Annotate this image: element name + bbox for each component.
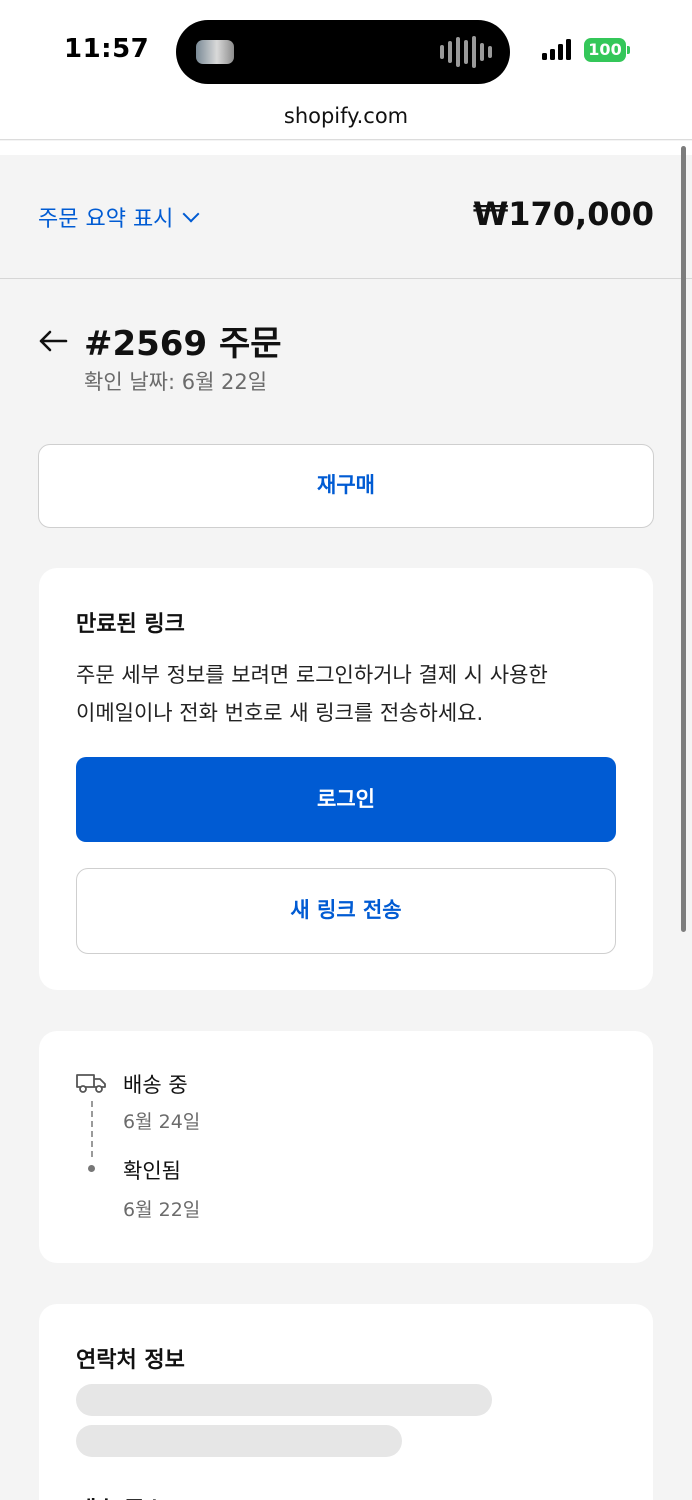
status-time: 11:57: [64, 34, 150, 64]
loading-placeholder: [76, 1425, 402, 1457]
audio-waveform-icon: [440, 36, 492, 68]
dynamic-island[interactable]: [176, 20, 510, 84]
timeline-date: 6월 22일: [123, 1199, 201, 1221]
loading-placeholder: [76, 1384, 492, 1416]
browser-address-bar[interactable]: shopify.com: [0, 100, 692, 140]
order-total: ₩170,000: [472, 195, 654, 233]
order-summary-bar: 주문 요약 표시 ₩170,000: [0, 155, 692, 279]
timeline-connector: [91, 1101, 93, 1157]
chevron-down-icon: [182, 205, 200, 223]
send-new-link-button[interactable]: 새 링크 전송: [76, 868, 616, 954]
media-thumbnail-icon: [196, 40, 234, 64]
contact-info-title: 연락처 정보: [76, 1348, 185, 1373]
contact-info-card: 연락처 정보 배송 주소: [39, 1304, 653, 1500]
summary-toggle-label: 주문 요약 표시: [38, 207, 174, 232]
battery-icon: 100: [584, 38, 630, 62]
cellular-signal-icon: [542, 38, 571, 60]
status-bar: 11:57 100: [0, 0, 692, 100]
expired-link-description: 주문 세부 정보를 보려면 로그인하거나 결제 시 사용한 이메일이나 전화 번…: [76, 656, 616, 732]
timeline-date: 6월 24일: [123, 1111, 201, 1133]
expired-link-title: 만료된 링크: [76, 612, 185, 637]
order-status-card: 배송 중 6월 24일 확인됨 6월 22일: [39, 1031, 653, 1263]
shipping-address-title: 배송 주소: [76, 1492, 165, 1500]
expired-link-card: 만료된 링크 주문 세부 정보를 보려면 로그인하거나 결제 시 사용한 이메일…: [39, 568, 653, 990]
back-arrow-icon[interactable]: [38, 330, 68, 352]
page-top-spacer: [0, 141, 692, 155]
reorder-button[interactable]: 재구매: [38, 444, 654, 528]
scrollbar[interactable]: [681, 146, 686, 932]
timeline-status: 배송 중: [123, 1073, 188, 1097]
timeline-status: 확인됨: [123, 1159, 181, 1183]
delivery-truck-icon: [76, 1074, 106, 1093]
battery-level: 100: [584, 38, 626, 62]
timeline-dot: [88, 1165, 95, 1172]
description-line: 이메일이나 전화 번호로 새 링크를 전송하세요.: [76, 701, 484, 725]
description-line: 주문 세부 정보를 보려면 로그인하거나 결제 시 사용한: [76, 663, 548, 687]
page-title: #2569 주문: [84, 324, 282, 364]
url-text[interactable]: shopify.com: [284, 104, 408, 128]
order-confirmed-date: 확인 날짜: 6월 22일: [84, 370, 268, 394]
show-order-summary-toggle[interactable]: 주문 요약 표시: [38, 201, 200, 233]
login-button[interactable]: 로그인: [76, 757, 616, 842]
